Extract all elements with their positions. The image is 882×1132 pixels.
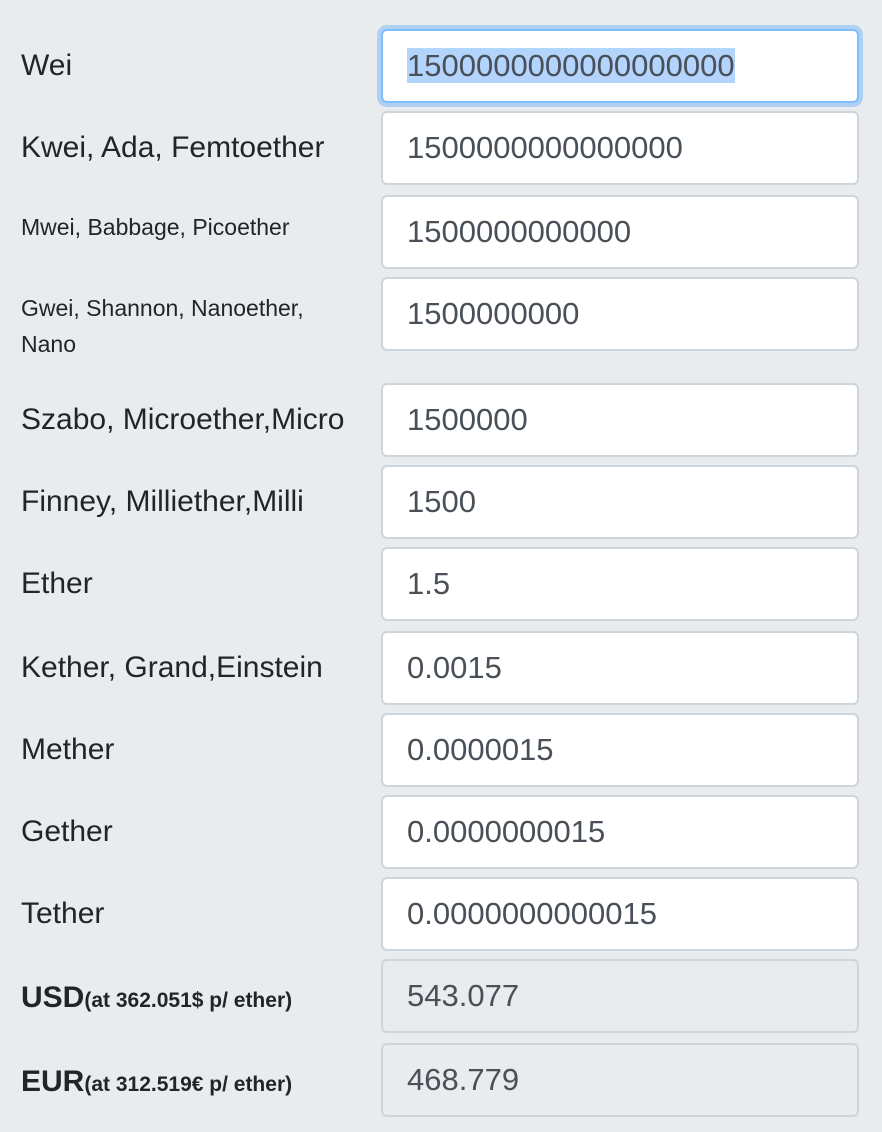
wei-input[interactable]: 1500000000000000000 bbox=[381, 29, 859, 103]
finney-input[interactable]: 1500 bbox=[381, 465, 859, 539]
unit-label-kether: Kether, Grand,Einstein bbox=[21, 651, 323, 685]
kether-input[interactable]: 0.0015 bbox=[381, 631, 859, 705]
unit-label-ether: Ether bbox=[21, 567, 93, 601]
unit-label-gether: Gether bbox=[21, 815, 113, 849]
unit-label-wei: Wei bbox=[21, 49, 73, 83]
unit-label-tether: Tether bbox=[21, 897, 105, 931]
ether-input[interactable]: 1.5 bbox=[381, 547, 859, 621]
gether-input[interactable]: 0.0000000015 bbox=[381, 795, 859, 869]
usd-output: 543.077 bbox=[381, 959, 859, 1033]
fiat-label-eur: EUR(at 312.519€ p/ ether) bbox=[21, 1065, 293, 1098]
unit-label-finney: Finney, Milliether,Milli bbox=[21, 485, 304, 519]
tether-input[interactable]: 0.0000000000015 bbox=[381, 877, 859, 951]
fiat-label-usd: USD(at 362.051$ p/ ether) bbox=[21, 981, 293, 1014]
unit-label-mwei: Mwei, Babbage, Picoether bbox=[21, 214, 290, 240]
mether-input[interactable]: 0.0000015 bbox=[381, 713, 859, 787]
unit-label-szabo: Szabo, Microether,Micro bbox=[21, 403, 345, 437]
kwei-input[interactable]: 1500000000000000 bbox=[381, 111, 859, 185]
unit-label-gwei: Gwei, Shannon, Nanoether, Nano bbox=[21, 295, 304, 357]
szabo-input[interactable]: 1500000 bbox=[381, 383, 859, 457]
eur-output: 468.779 bbox=[381, 1043, 859, 1117]
unit-label-kwei: Kwei, Ada, Femtoether bbox=[21, 131, 325, 165]
mwei-input[interactable]: 1500000000000 bbox=[381, 195, 859, 269]
unit-label-mether: Mether bbox=[21, 733, 115, 767]
gwei-input[interactable]: 1500000000 bbox=[381, 277, 859, 351]
